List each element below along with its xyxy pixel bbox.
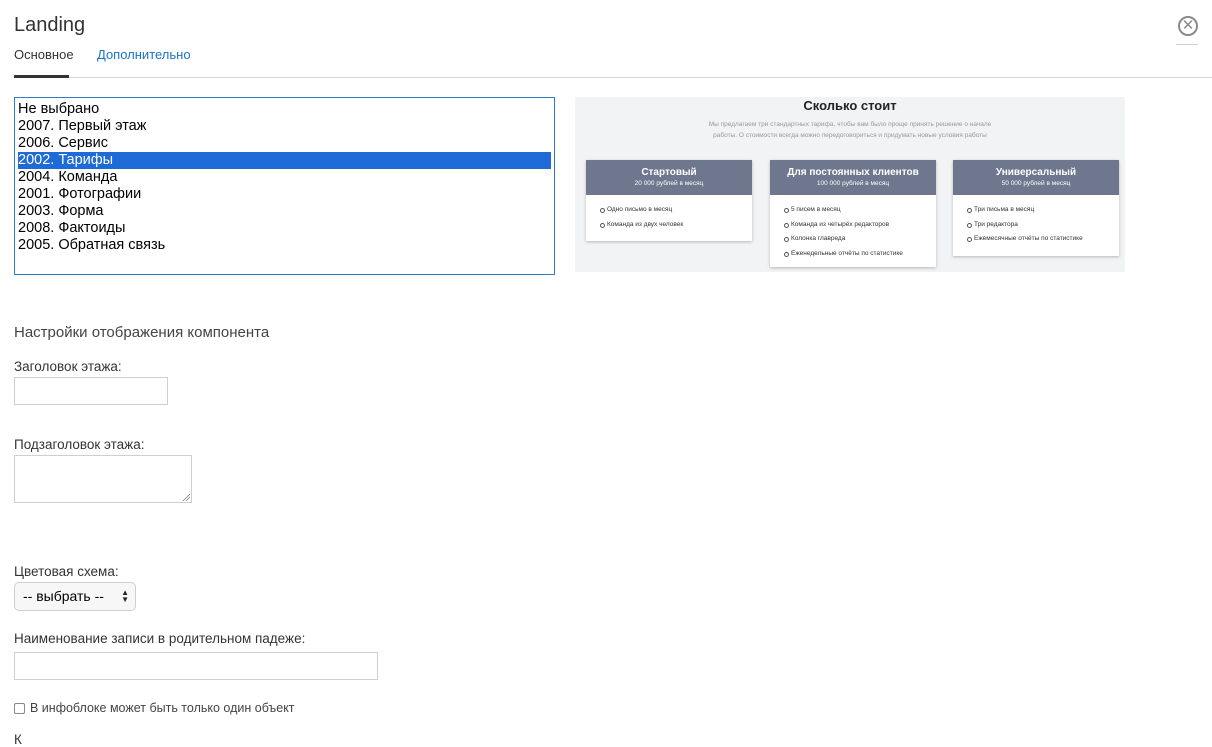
single-object-checkbox[interactable] <box>14 703 25 714</box>
pricing-card-header: Для постоянных клиентов 100 000 рублей в… <box>770 160 936 195</box>
resize-grip-icon[interactable] <box>183 494 190 501</box>
list-item-selected[interactable]: 2002. Тарифы <box>18 152 551 169</box>
pricing-card-price: 50 000 рублей в месяц <box>1001 180 1071 187</box>
pricing-card: Стартовый 20 000 рублей в месяц Одно пис… <box>586 160 752 241</box>
list-item[interactable]: 2008. Фактоиды <box>18 220 551 237</box>
genitive-name-label: Наименование записи в родительном падеже… <box>14 631 306 646</box>
pricing-card-price: 20 000 рублей в месяц <box>634 180 704 187</box>
pricing-feature: Одно письмо в месяц <box>600 203 752 218</box>
list-item[interactable]: Не выбрано <box>18 101 551 118</box>
color-scheme-select[interactable]: -- выбрать -- ▲ ▼ <box>14 582 136 611</box>
pricing-card-header: Стартовый 20 000 рублей в месяц <box>586 160 752 195</box>
list-item[interactable]: 2006. Сервис <box>18 135 551 152</box>
pricing-feature: Команда из четырёх редакторов <box>784 218 936 233</box>
floor-subtitle-label: Подзаголовок этажа: <box>14 437 145 452</box>
floor-title-label: Заголовок этажа: <box>14 359 122 374</box>
list-item[interactable]: 2005. Обратная связь <box>18 237 551 254</box>
pricing-feature: Три письма в месяц <box>967 203 1119 218</box>
floor-preview-image: Сколько стоит Мы предлагаем три стандарт… <box>575 97 1125 272</box>
preview-title: Сколько стоит <box>803 98 897 113</box>
pricing-card-name: Для постоянных клиентов <box>787 167 919 178</box>
pricing-card-name: Стартовый <box>641 167 697 178</box>
settings-section-title: Настройки отображения компонента <box>14 324 270 341</box>
close-divider <box>1176 44 1198 45</box>
pricing-card-name: Универсальный <box>995 167 1077 178</box>
list-item[interactable]: 2007. Первый этаж <box>18 118 551 135</box>
tab-extra[interactable]: Дополнительно <box>97 47 191 62</box>
genitive-name-input[interactable] <box>14 652 378 680</box>
pricing-feature: 5 писем в месяц <box>784 203 936 218</box>
single-object-label: В инфоблоке может быть только один объек… <box>30 701 295 715</box>
pricing-feature: Колонка главреда <box>784 232 936 247</box>
pricing-card-price: 100 000 рублей в месяц <box>816 180 890 187</box>
window-title: Landing <box>14 14 86 36</box>
list-item[interactable]: 2001. Фотографии <box>18 186 551 203</box>
pricing-feature: Три редактора <box>967 218 1119 233</box>
color-scheme-value: -- выбрать -- <box>23 588 104 604</box>
tab-main[interactable]: Основное <box>14 47 74 78</box>
preview-subtitle: Мы предлагаем три стандартных тарифа, чт… <box>708 121 992 139</box>
floor-subtitle-textarea[interactable] <box>14 455 192 503</box>
pricing-card: Для постоянных клиентов 100 000 рублей в… <box>770 160 936 267</box>
pricing-feature: Команда из двух человек <box>600 218 752 233</box>
color-scheme-label: Цветовая схема: <box>14 564 119 579</box>
up-down-arrows-icon: ▲ ▼ <box>121 588 129 604</box>
pricing-card: Универсальный 50 000 рублей в месяц Три … <box>953 160 1119 256</box>
tab-bar: Основное Дополнительно <box>14 47 1212 78</box>
list-item[interactable]: 2003. Форма <box>18 203 551 220</box>
close-icon[interactable]: ✕ <box>1178 16 1198 36</box>
floor-title-input[interactable] <box>14 377 168 405</box>
floor-listbox[interactable]: Не выбрано 2007. Первый этаж 2006. Серви… <box>14 97 555 275</box>
pricing-card-header: Универсальный 50 000 рублей в месяц <box>953 160 1119 195</box>
list-item[interactable]: 2004. Команда <box>18 169 551 186</box>
pricing-feature: Еженедельные отчёты по статистике <box>784 247 936 262</box>
pricing-feature: Ежемесячные отчёты по статистике <box>967 232 1119 247</box>
